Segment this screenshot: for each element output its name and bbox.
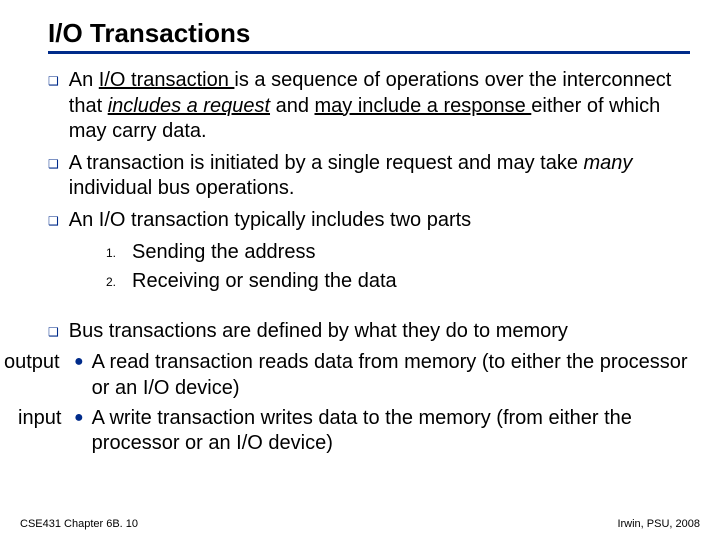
ordered-item-1: 1. Sending the address	[106, 240, 690, 266]
footer-left: CSE431 Chapter 6B. 10	[20, 518, 138, 530]
sub-bullet-write-text: A write transaction writes data to the m…	[92, 406, 690, 457]
text: transaction reads data from memory (to e…	[92, 351, 688, 399]
phrase-may-include-response: may include a response	[315, 95, 532, 117]
number-marker: 2.	[106, 275, 122, 295]
footer-right: Irwin, PSU, 2008	[617, 518, 700, 530]
term-io-transaction: I/O transaction	[99, 69, 235, 91]
square-bullet-icon: ❑	[48, 325, 59, 345]
emphasis-many: many	[584, 152, 633, 174]
ordered-sublist: 1. Sending the address 2. Receiving or s…	[106, 240, 690, 295]
word-write: write	[109, 407, 151, 429]
square-bullet-icon: ❑	[48, 214, 59, 234]
text: individual bus operations.	[69, 177, 295, 199]
text: A	[92, 407, 110, 429]
side-label-input: input	[18, 406, 61, 432]
sub-bullet-read: output ● A read transaction reads data f…	[74, 350, 690, 401]
text: An	[69, 69, 99, 91]
bullet-4-text: Bus transactions are defined by what the…	[69, 319, 568, 345]
text: and	[270, 95, 314, 117]
square-bullet-icon: ❑	[48, 157, 59, 202]
bullet-list: ❑ An I/O transaction is a sequence of op…	[48, 68, 690, 457]
word-read: read	[109, 351, 149, 373]
number-marker: 1.	[106, 246, 122, 266]
bullet-3: ❑ An I/O transaction typically includes …	[48, 208, 690, 234]
slide: I/O Transactions ❑ An I/O transaction is…	[0, 0, 720, 540]
bullet-3-text: An I/O transaction typically includes tw…	[69, 208, 471, 234]
dot-bullet-icon: ●	[74, 408, 84, 457]
bullet-4: ❑ Bus transactions are defined by what t…	[48, 319, 690, 345]
text: A transaction is initiated by a single r…	[69, 152, 584, 174]
text: A	[92, 351, 110, 373]
sub-bullet-read-text: A read transaction reads data from memor…	[92, 350, 690, 401]
bullet-2-text: A transaction is initiated by a single r…	[69, 151, 690, 202]
bullet-1: ❑ An I/O transaction is a sequence of op…	[48, 68, 690, 145]
ordered-item-1-text: Sending the address	[132, 240, 315, 266]
ordered-item-2: 2. Receiving or sending the data	[106, 269, 690, 295]
dot-bullet-icon: ●	[74, 352, 84, 401]
bullet-2: ❑ A transaction is initiated by a single…	[48, 151, 690, 202]
ordered-item-2-text: Receiving or sending the data	[132, 269, 397, 295]
bullet-1-text: An I/O transaction is a sequence of oper…	[69, 68, 690, 145]
text: transaction writes data to the memory (f…	[92, 407, 632, 455]
phrase-includes-request: includes a request	[108, 95, 270, 117]
sub-bullet-write: input ● A write transaction writes data …	[74, 406, 690, 457]
slide-title: I/O Transactions	[48, 18, 690, 54]
side-label-output: output	[4, 350, 60, 376]
square-bullet-icon: ❑	[48, 74, 59, 145]
